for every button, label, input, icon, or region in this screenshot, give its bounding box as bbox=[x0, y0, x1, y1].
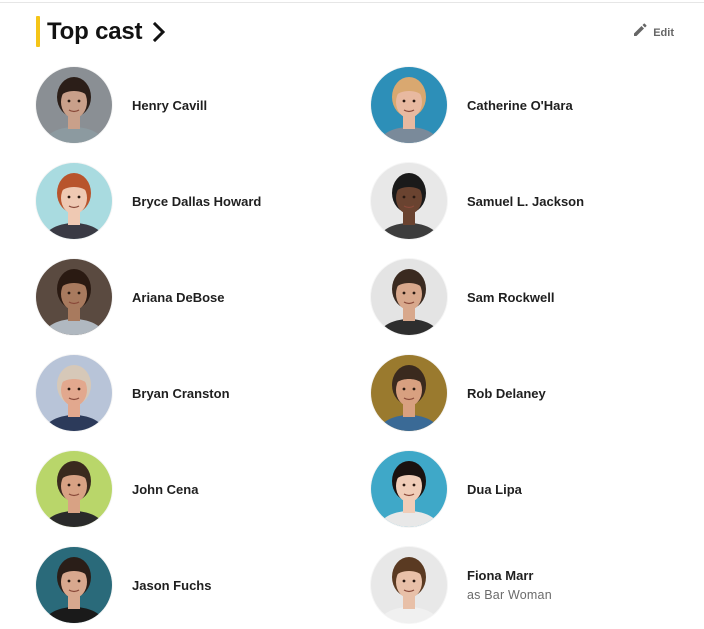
actor-name[interactable]: Samuel L. Jackson bbox=[467, 194, 584, 209]
actor-name[interactable]: Rob Delaney bbox=[467, 386, 546, 401]
avatar[interactable] bbox=[36, 163, 112, 239]
cast-member[interactable]: Bryce Dallas Howard bbox=[36, 162, 336, 240]
edit-label: Edit bbox=[653, 26, 674, 39]
section-accent-bar bbox=[36, 16, 40, 47]
avatar[interactable] bbox=[371, 67, 447, 143]
cast-text: Jason Fuchs bbox=[132, 578, 211, 593]
cast-text: Fiona Marr as Bar Woman bbox=[467, 568, 552, 602]
actor-name[interactable]: Ariana DeBose bbox=[132, 290, 224, 305]
actor-name[interactable]: Dua Lipa bbox=[467, 482, 522, 497]
avatar[interactable] bbox=[36, 451, 112, 527]
cast-text: Bryan Cranston bbox=[132, 386, 230, 401]
actor-name[interactable]: Sam Rockwell bbox=[467, 290, 554, 305]
cast-text: Sam Rockwell bbox=[467, 290, 554, 305]
cast-text: Ariana DeBose bbox=[132, 290, 224, 305]
cast-member[interactable]: Samuel L. Jackson bbox=[371, 162, 671, 240]
actor-name[interactable]: Henry Cavill bbox=[132, 98, 207, 113]
cast-text: Henry Cavill bbox=[132, 98, 207, 113]
cast-member[interactable]: Henry Cavill bbox=[36, 66, 336, 144]
actor-name[interactable]: John Cena bbox=[132, 482, 198, 497]
cast-member[interactable]: Ariana DeBose bbox=[36, 258, 336, 336]
section-title[interactable]: Top cast bbox=[47, 18, 143, 46]
avatar[interactable] bbox=[36, 259, 112, 335]
actor-name[interactable]: Jason Fuchs bbox=[132, 578, 211, 593]
cast-text: Rob Delaney bbox=[467, 386, 546, 401]
actor-name[interactable]: Bryce Dallas Howard bbox=[132, 194, 261, 209]
cast-member[interactable]: Fiona Marr as Bar Woman bbox=[371, 546, 671, 624]
avatar[interactable] bbox=[371, 163, 447, 239]
top-divider bbox=[0, 2, 704, 3]
cast-member[interactable]: Sam Rockwell bbox=[371, 258, 671, 336]
cast-member[interactable]: John Cena bbox=[36, 450, 336, 528]
cast-text: Bryce Dallas Howard bbox=[132, 194, 261, 209]
character-name: as Bar Woman bbox=[467, 588, 552, 602]
actor-name[interactable]: Bryan Cranston bbox=[132, 386, 230, 401]
avatar[interactable] bbox=[36, 547, 112, 623]
edit-button[interactable]: Edit bbox=[632, 22, 674, 43]
avatar[interactable] bbox=[371, 451, 447, 527]
chevron-right-icon[interactable] bbox=[152, 21, 166, 42]
cast-member[interactable]: Catherine O'Hara bbox=[371, 66, 671, 144]
avatar[interactable] bbox=[371, 547, 447, 623]
cast-text: John Cena bbox=[132, 482, 198, 497]
actor-name[interactable]: Catherine O'Hara bbox=[467, 98, 573, 113]
section-header: Top cast bbox=[36, 16, 166, 47]
cast-member[interactable]: Bryan Cranston bbox=[36, 354, 336, 432]
avatar[interactable] bbox=[36, 355, 112, 431]
pencil-icon bbox=[632, 22, 648, 43]
cast-text: Dua Lipa bbox=[467, 482, 522, 497]
avatar[interactable] bbox=[371, 259, 447, 335]
cast-text: Samuel L. Jackson bbox=[467, 194, 584, 209]
cast-member[interactable]: Rob Delaney bbox=[371, 354, 671, 432]
cast-member[interactable]: Jason Fuchs bbox=[36, 546, 336, 624]
actor-name[interactable]: Fiona Marr bbox=[467, 568, 552, 583]
avatar[interactable] bbox=[36, 67, 112, 143]
avatar[interactable] bbox=[371, 355, 447, 431]
cast-text: Catherine O'Hara bbox=[467, 98, 573, 113]
cast-member[interactable]: Dua Lipa bbox=[371, 450, 671, 528]
